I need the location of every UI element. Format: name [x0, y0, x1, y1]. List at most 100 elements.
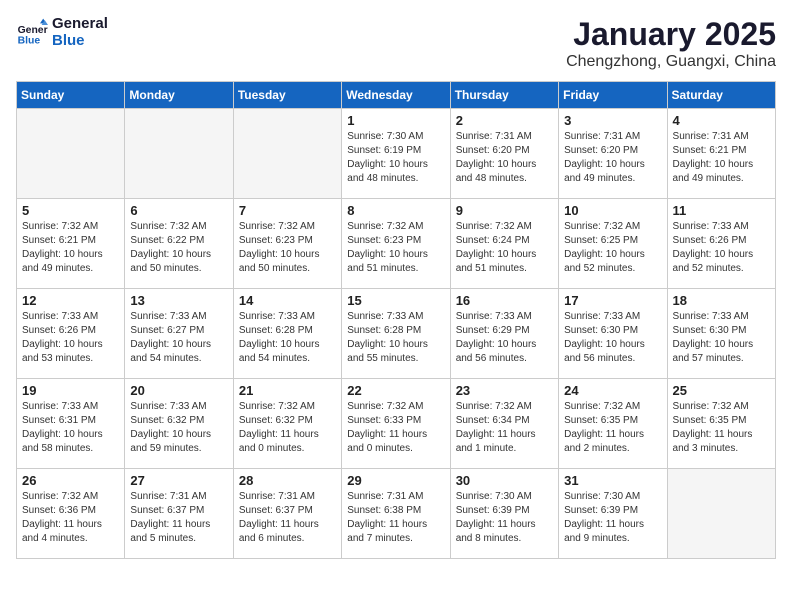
calendar-cell: 9 Sunrise: 7:32 AM Sunset: 6:24 PM Daylig… [450, 199, 558, 289]
day-number: 15 [347, 293, 444, 308]
day-number: 19 [22, 383, 119, 398]
day-info: Sunrise: 7:33 AM Sunset: 6:26 PM Dayligh… [673, 220, 770, 276]
day-info: Sunrise: 7:31 AM Sunset: 6:20 PM Dayligh… [564, 130, 661, 186]
day-info: Sunrise: 7:31 AM Sunset: 6:37 PM Dayligh… [130, 490, 227, 546]
weekday-header-row: SundayMondayTuesdayWednesdayThursdayFrid… [17, 82, 776, 109]
day-number: 14 [239, 293, 336, 308]
title-block: January 2025 Chengzhong, Guangxi, China [566, 16, 776, 71]
day-info: Sunrise: 7:31 AM Sunset: 6:37 PM Dayligh… [239, 490, 336, 546]
calendar-cell: 11 Sunrise: 7:33 AM Sunset: 6:26 PM Dayli… [667, 199, 775, 289]
day-number: 8 [347, 203, 444, 218]
day-number: 3 [564, 113, 661, 128]
calendar-cell: 28 Sunrise: 7:31 AM Sunset: 6:37 PM Dayli… [233, 469, 341, 559]
week-row-4: 19 Sunrise: 7:33 AM Sunset: 6:31 PM Dayli… [17, 379, 776, 469]
day-number: 17 [564, 293, 661, 308]
day-number: 27 [130, 473, 227, 488]
day-number: 22 [347, 383, 444, 398]
day-info: Sunrise: 7:33 AM Sunset: 6:28 PM Dayligh… [347, 310, 444, 366]
svg-text:Blue: Blue [18, 35, 41, 46]
day-info: Sunrise: 7:33 AM Sunset: 6:30 PM Dayligh… [673, 310, 770, 366]
weekday-header-tuesday: Tuesday [233, 82, 341, 109]
calendar-cell: 29 Sunrise: 7:31 AM Sunset: 6:38 PM Dayli… [342, 469, 450, 559]
logo-line1: General [52, 16, 108, 33]
calendar-cell: 14 Sunrise: 7:33 AM Sunset: 6:28 PM Dayli… [233, 289, 341, 379]
calendar-cell: 23 Sunrise: 7:32 AM Sunset: 6:34 PM Dayli… [450, 379, 558, 469]
day-number: 21 [239, 383, 336, 398]
week-row-1: 1 Sunrise: 7:30 AM Sunset: 6:19 PM Daylig… [17, 109, 776, 199]
day-info: Sunrise: 7:30 AM Sunset: 6:39 PM Dayligh… [456, 490, 553, 546]
month-title: January 2025 [566, 16, 776, 53]
day-number: 31 [564, 473, 661, 488]
week-row-5: 26Sunrise: 7:32 AM Sunset: 6:36 PM Dayli… [17, 469, 776, 559]
day-number: 6 [130, 203, 227, 218]
calendar-cell: 18 Sunrise: 7:33 AM Sunset: 6:30 PM Dayli… [667, 289, 775, 379]
day-number: 13 [130, 293, 227, 308]
day-number: 10 [564, 203, 661, 218]
day-number: 4 [673, 113, 770, 128]
day-info: Sunrise: 7:32 AM Sunset: 6:22 PM Dayligh… [130, 220, 227, 276]
week-row-2: 5Sunrise: 7:32 AM Sunset: 6:21 PM Daylig… [17, 199, 776, 289]
day-number: 16 [456, 293, 553, 308]
day-info: Sunrise: 7:33 AM Sunset: 6:26 PM Dayligh… [22, 310, 119, 366]
day-info: Sunrise: 7:33 AM Sunset: 6:27 PM Dayligh… [130, 310, 227, 366]
day-number: 9 [456, 203, 553, 218]
page-header: General Blue General Blue January 2025 C… [16, 16, 776, 71]
calendar-cell: 4 Sunrise: 7:31 AM Sunset: 6:21 PM Daylig… [667, 109, 775, 199]
weekday-header-wednesday: Wednesday [342, 82, 450, 109]
calendar-table: SundayMondayTuesdayWednesdayThursdayFrid… [16, 81, 776, 559]
calendar-cell: 31 Sunrise: 7:30 AM Sunset: 6:39 PM Dayli… [559, 469, 667, 559]
day-number: 18 [673, 293, 770, 308]
logo: General Blue General Blue [16, 16, 108, 49]
calendar-cell [17, 109, 125, 199]
svg-text:General: General [18, 25, 48, 36]
day-info: Sunrise: 7:31 AM Sunset: 6:38 PM Dayligh… [347, 490, 444, 546]
day-info: Sunrise: 7:32 AM Sunset: 6:25 PM Dayligh… [564, 220, 661, 276]
day-info: Sunrise: 7:32 AM Sunset: 6:33 PM Dayligh… [347, 400, 444, 456]
day-number: 23 [456, 383, 553, 398]
weekday-header-sunday: Sunday [17, 82, 125, 109]
day-info: Sunrise: 7:32 AM Sunset: 6:34 PM Dayligh… [456, 400, 553, 456]
calendar-cell: 3 Sunrise: 7:31 AM Sunset: 6:20 PM Daylig… [559, 109, 667, 199]
day-number: 2 [456, 113, 553, 128]
day-number: 20 [130, 383, 227, 398]
day-info: Sunrise: 7:33 AM Sunset: 6:31 PM Dayligh… [22, 400, 119, 456]
calendar-cell: 25Sunrise: 7:32 AM Sunset: 6:35 PM Dayli… [667, 379, 775, 469]
day-info: Sunrise: 7:33 AM Sunset: 6:30 PM Dayligh… [564, 310, 661, 366]
weekday-header-saturday: Saturday [667, 82, 775, 109]
calendar-cell: 8Sunrise: 7:32 AM Sunset: 6:23 PM Daylig… [342, 199, 450, 289]
calendar-cell: 10 Sunrise: 7:32 AM Sunset: 6:25 PM Dayli… [559, 199, 667, 289]
day-info: Sunrise: 7:32 AM Sunset: 6:24 PM Dayligh… [456, 220, 553, 276]
day-info: Sunrise: 7:30 AM Sunset: 6:19 PM Dayligh… [347, 130, 444, 186]
calendar-cell: 27 Sunrise: 7:31 AM Sunset: 6:37 PM Dayli… [125, 469, 233, 559]
day-info: Sunrise: 7:32 AM Sunset: 6:32 PM Dayligh… [239, 400, 336, 456]
calendar-cell: 16 Sunrise: 7:33 AM Sunset: 6:29 PM Dayli… [450, 289, 558, 379]
calendar-cell: 1 Sunrise: 7:30 AM Sunset: 6:19 PM Daylig… [342, 109, 450, 199]
calendar-cell: 21 Sunrise: 7:32 AM Sunset: 6:32 PM Dayli… [233, 379, 341, 469]
calendar-cell: 17 Sunrise: 7:33 AM Sunset: 6:30 PM Dayli… [559, 289, 667, 379]
day-info: Sunrise: 7:32 AM Sunset: 6:23 PM Dayligh… [239, 220, 336, 276]
day-number: 5 [22, 203, 119, 218]
day-number: 12 [22, 293, 119, 308]
day-info: Sunrise: 7:33 AM Sunset: 6:28 PM Dayligh… [239, 310, 336, 366]
calendar-cell: 12 Sunrise: 7:33 AM Sunset: 6:26 PM Dayli… [17, 289, 125, 379]
day-number: 1 [347, 113, 444, 128]
day-info: Sunrise: 7:31 AM Sunset: 6:21 PM Dayligh… [673, 130, 770, 186]
calendar-cell: 2Sunrise: 7:31 AM Sunset: 6:20 PM Daylig… [450, 109, 558, 199]
calendar-cell: 26Sunrise: 7:32 AM Sunset: 6:36 PM Dayli… [17, 469, 125, 559]
day-number: 29 [347, 473, 444, 488]
day-number: 25 [673, 383, 770, 398]
day-info: Sunrise: 7:33 AM Sunset: 6:32 PM Dayligh… [130, 400, 227, 456]
calendar-cell: 15 Sunrise: 7:33 AM Sunset: 6:28 PM Dayli… [342, 289, 450, 379]
day-number: 28 [239, 473, 336, 488]
logo-icon: General Blue [16, 17, 48, 49]
calendar-cell: 20 Sunrise: 7:33 AM Sunset: 6:32 PM Dayli… [125, 379, 233, 469]
day-info: Sunrise: 7:32 AM Sunset: 6:35 PM Dayligh… [564, 400, 661, 456]
weekday-header-thursday: Thursday [450, 82, 558, 109]
calendar-cell: 5Sunrise: 7:32 AM Sunset: 6:21 PM Daylig… [17, 199, 125, 289]
calendar-cell: 22 Sunrise: 7:32 AM Sunset: 6:33 PM Dayli… [342, 379, 450, 469]
calendar-cell: 19 Sunrise: 7:33 AM Sunset: 6:31 PM Dayli… [17, 379, 125, 469]
day-info: Sunrise: 7:30 AM Sunset: 6:39 PM Dayligh… [564, 490, 661, 546]
day-info: Sunrise: 7:33 AM Sunset: 6:29 PM Dayligh… [456, 310, 553, 366]
day-number: 11 [673, 203, 770, 218]
weekday-header-monday: Monday [125, 82, 233, 109]
